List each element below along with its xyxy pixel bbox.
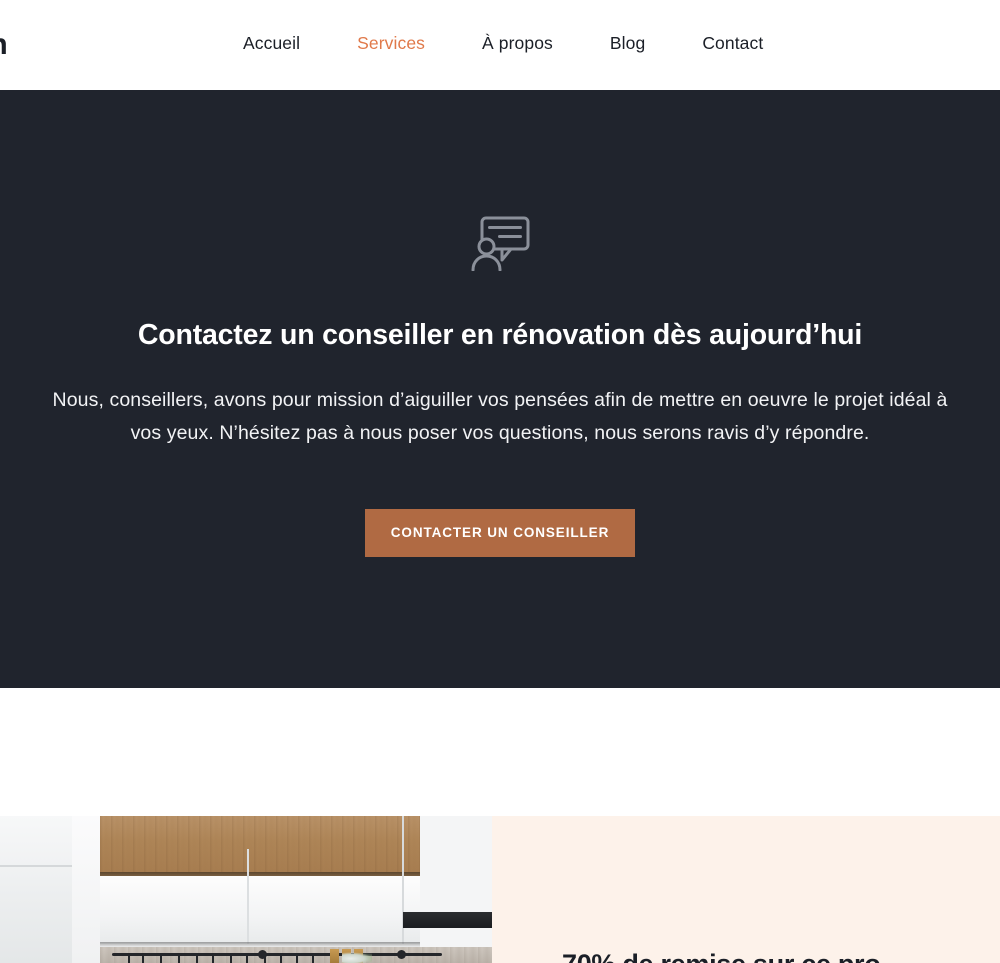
cta-paragraph-line-2: vos yeux. N’hésitez pas à nous poser vos…: [130, 422, 870, 444]
cta-title: Contactez un conseiller en rénovation dè…: [137, 319, 863, 351]
kitchen-jar-1: [330, 949, 339, 963]
nav-item-contact[interactable]: Contact: [702, 33, 763, 54]
person-speech-bubble-icon: [469, 215, 531, 271]
cta-button-wrap: CONTACTER UN CONSEILLER: [0, 509, 1000, 557]
promo-section: 70% de remise sur ce pro: [0, 816, 1000, 963]
kitchen-photo: [0, 816, 492, 963]
nav-item-blog[interactable]: Blog: [610, 33, 645, 54]
cta-paragraph-line-1: Nous, conseillers, avons pour mission d’…: [52, 389, 948, 411]
advisor-cta-section: Contactez un conseiller en rénovation dè…: [0, 90, 1000, 688]
page-root: ation Accueil Services À propos Blog Con…: [0, 0, 1000, 963]
kitchen-hanging-utensils: [120, 952, 320, 963]
kitchen-white-cabinet: [100, 876, 420, 944]
nav-item-services[interactable]: Services: [357, 33, 425, 54]
site-logo[interactable]: ation: [0, 28, 8, 62]
kitchen-plant: [342, 952, 372, 963]
kitchen-cabinet-seam-1: [247, 849, 249, 944]
kitchen-wall-left: [0, 816, 72, 963]
cta-paragraph: Nous, conseillers, avons pour mission d’…: [0, 384, 1000, 450]
contact-advisor-button[interactable]: CONTACTER UN CONSEILLER: [364, 509, 636, 557]
promo-panel: 70% de remise sur ce pro: [492, 816, 1000, 963]
site-header: ation Accueil Services À propos Blog Con…: [0, 0, 1000, 90]
cta-icon-wrap: [0, 215, 1000, 271]
promo-heading: 70% de remise sur ce pro: [562, 946, 992, 963]
main-navigation: Accueil Services À propos Blog Contact: [243, 33, 763, 54]
nav-item-accueil[interactable]: Accueil: [243, 33, 300, 54]
kitchen-rail-knob-right: [397, 950, 406, 959]
section-spacer: [0, 688, 1000, 816]
kitchen-wood-cabinet: [100, 816, 420, 872]
kitchen-wall-mid: [72, 816, 100, 963]
nav-item-a-propos[interactable]: À propos: [482, 33, 553, 54]
kitchen-photo-render: [0, 816, 492, 963]
kitchen-range-hood: [403, 912, 492, 928]
